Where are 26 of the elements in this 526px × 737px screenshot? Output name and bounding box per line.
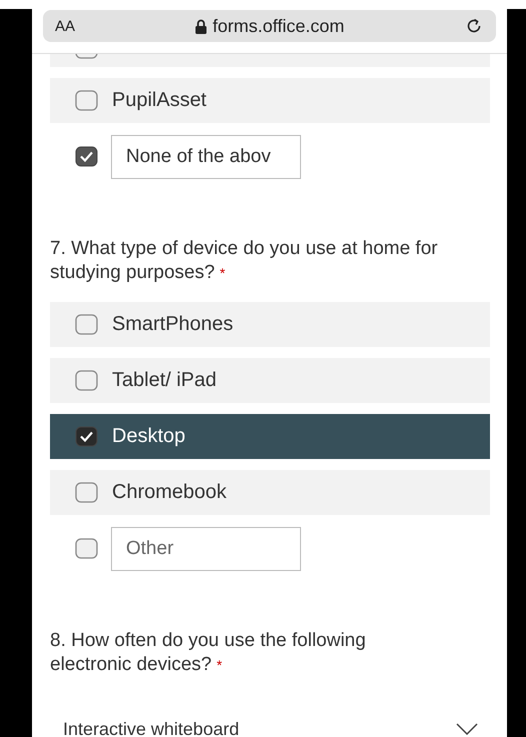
other-field[interactable]: None of the abov	[111, 134, 301, 178]
option-row[interactable]: SmartPhones	[50, 302, 490, 347]
option-label: SmartPhones	[112, 313, 234, 336]
option-label: PupilAsset	[112, 89, 206, 112]
lock-icon	[194, 18, 207, 34]
question-title: 8. How often do you use the following electronic devices? *	[50, 629, 367, 677]
checkbox[interactable]	[75, 90, 98, 111]
chevron-icon[interactable]	[456, 723, 478, 735]
checkbox[interactable]	[75, 538, 98, 559]
checkbox[interactable]	[75, 426, 98, 447]
checkbox[interactable]	[75, 482, 98, 503]
checkbox[interactable]	[75, 370, 98, 391]
option-label: Desktop	[112, 425, 186, 448]
option-row[interactable]: PupilAsset	[50, 78, 490, 123]
text-size-button[interactable]: AA	[55, 18, 76, 34]
other-field[interactable]: Other	[111, 526, 301, 570]
checkbox[interactable]	[75, 314, 98, 335]
dropdown-label[interactable]: Interactive whiteboard	[63, 721, 240, 737]
option-label: Chromebook	[112, 481, 227, 504]
question-title: 7. What type of device do you use at home for studying purposes? *	[50, 237, 439, 285]
checkbox[interactable]	[75, 146, 98, 167]
option-row[interactable]: Desktop	[50, 414, 490, 459]
url-text[interactable]: forms.office.com	[212, 16, 344, 36]
option-label: Tablet/ iPad	[112, 369, 217, 392]
option-row[interactable]: Tablet/ iPad	[50, 358, 490, 403]
option-row[interactable]: Chromebook	[50, 470, 490, 515]
